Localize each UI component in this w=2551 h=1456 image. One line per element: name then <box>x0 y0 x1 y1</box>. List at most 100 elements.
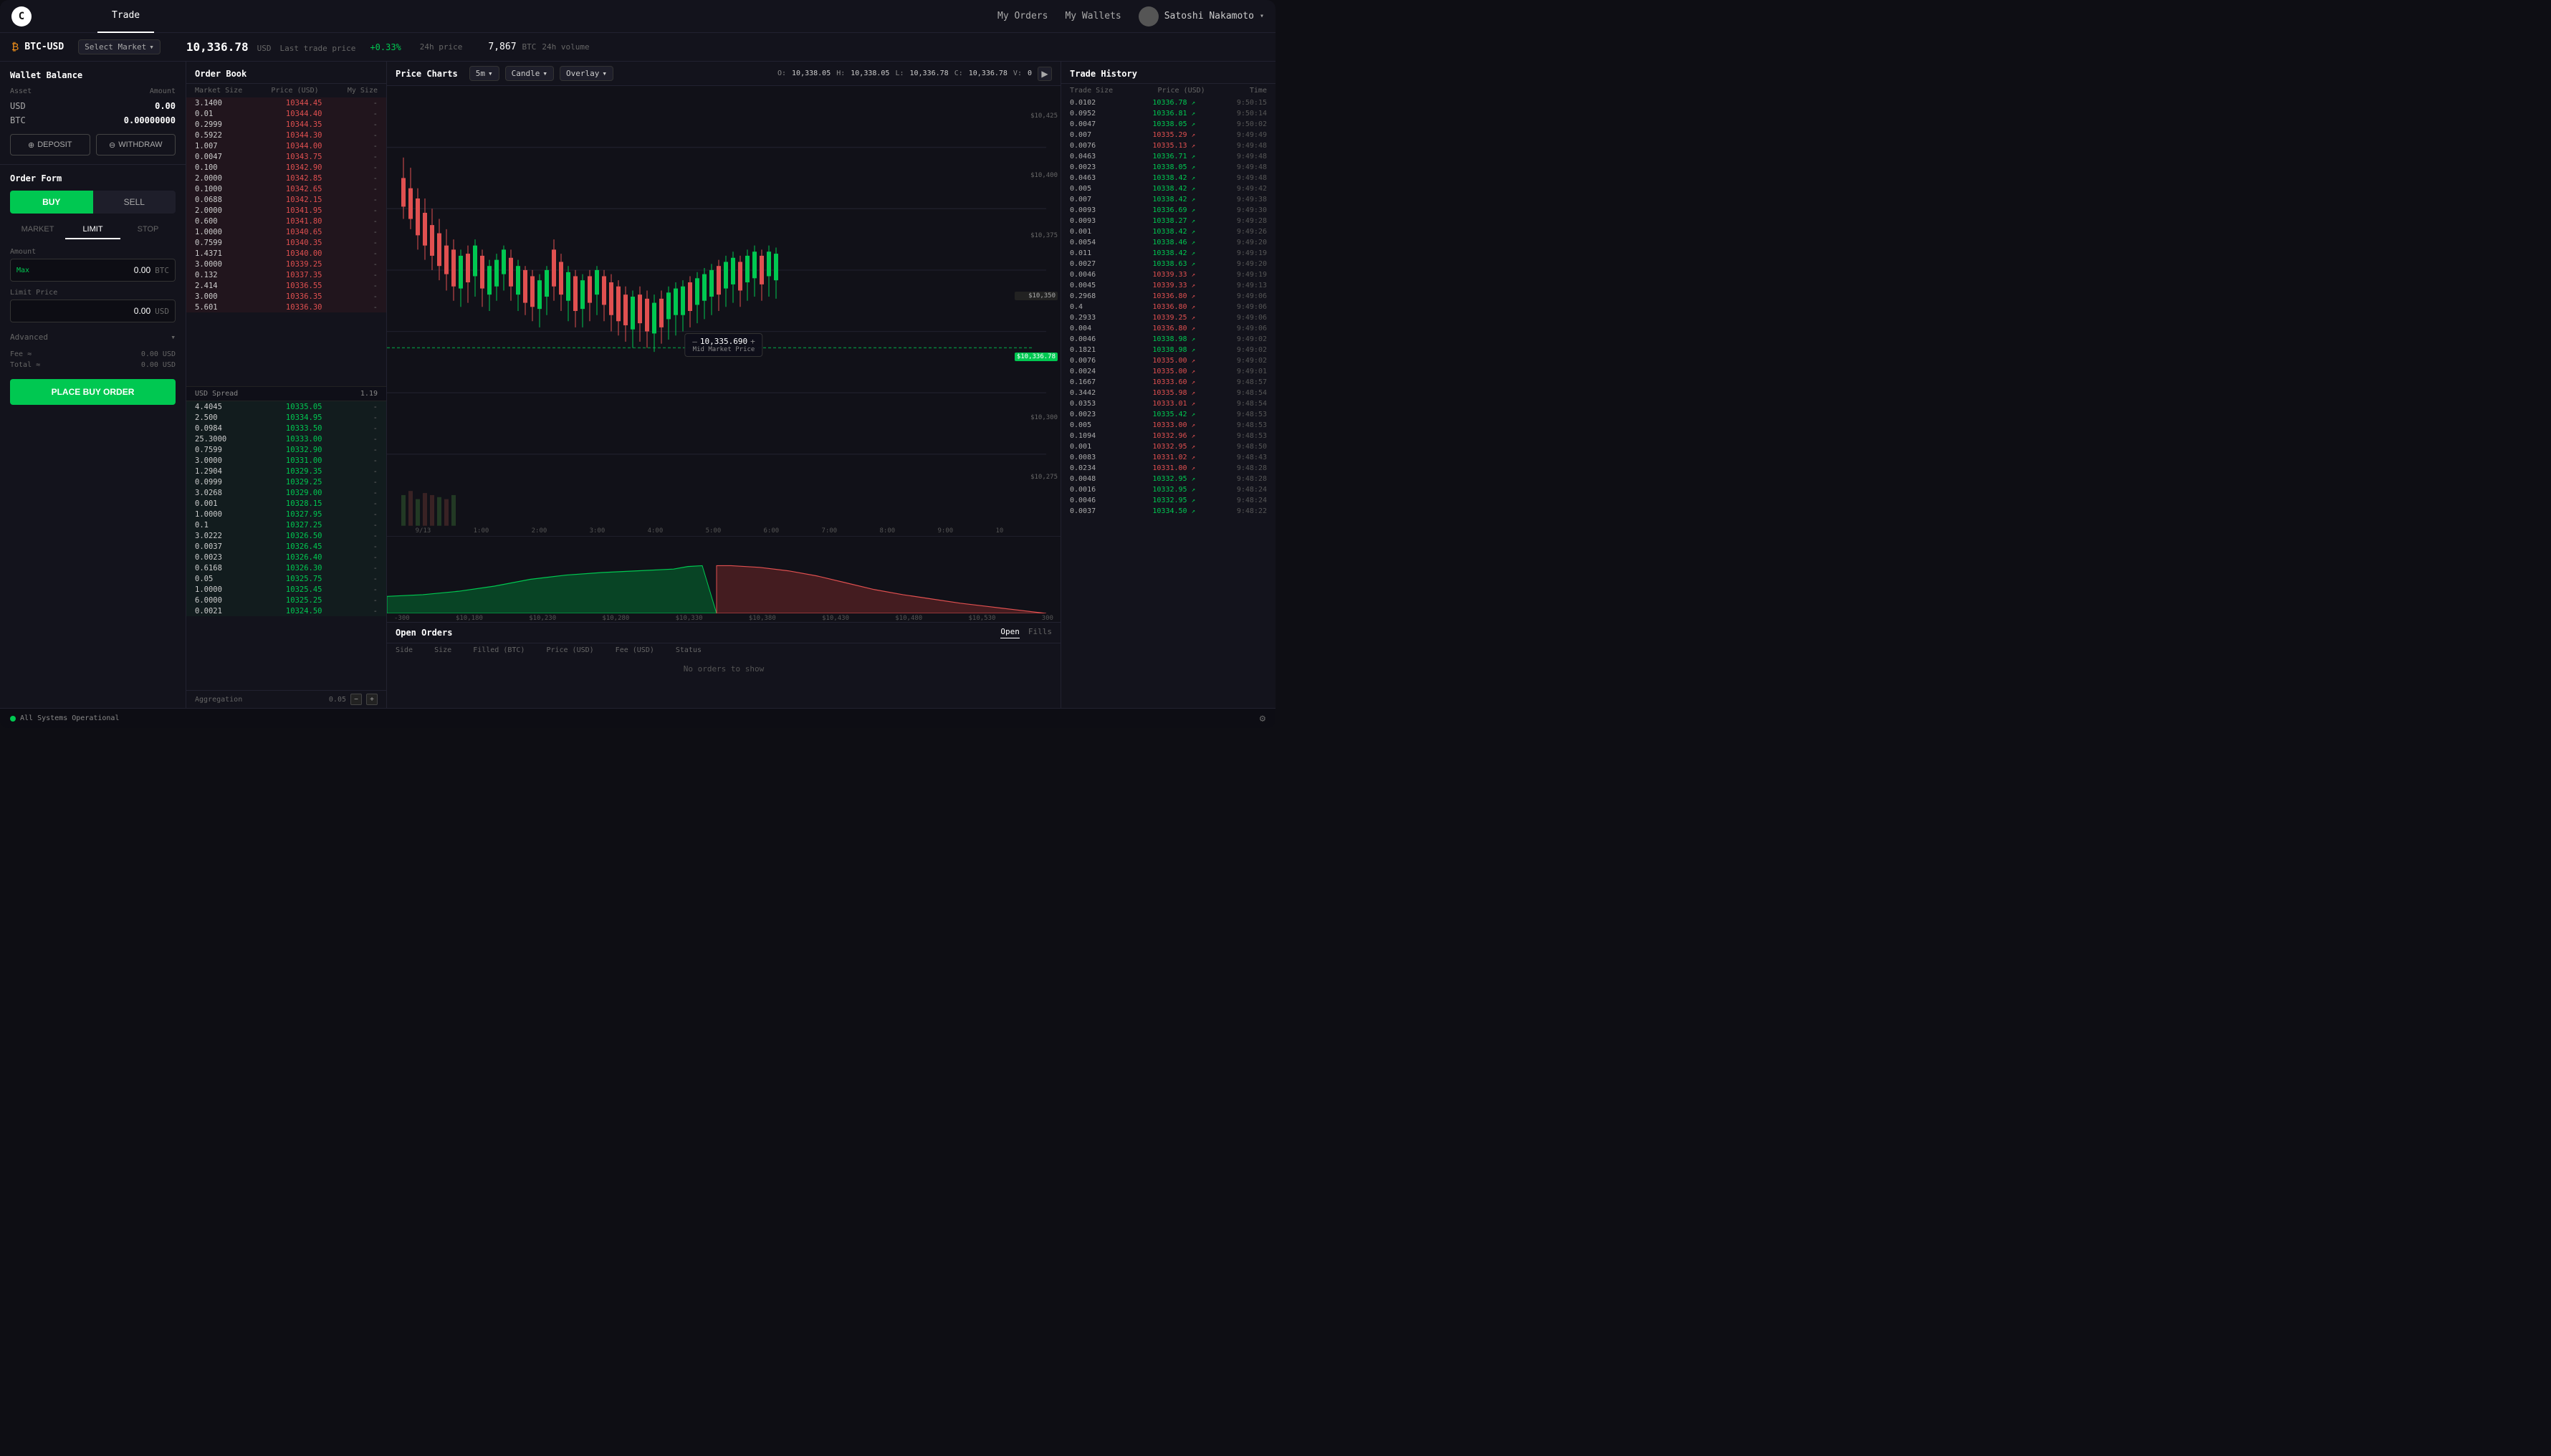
ob-sell-row[interactable]: 1.437110340.00- <box>186 248 386 259</box>
ob-buy-row[interactable]: 0.110327.25- <box>186 519 386 530</box>
withdraw-button[interactable]: ⊖ WITHDRAW <box>96 134 176 155</box>
ob-buy-row[interactable]: 0.00110328.15- <box>186 498 386 509</box>
ob-sell-row[interactable]: 2.000010341.95- <box>186 205 386 216</box>
ob-my-size: - <box>356 131 378 140</box>
chart-type-dropdown[interactable]: Candle ▾ <box>505 66 554 81</box>
ob-sell-row[interactable]: 0.100010342.65- <box>186 183 386 194</box>
th-price: 10332.95 ↗ <box>1138 497 1195 504</box>
ob-buy-row[interactable]: 0.759910332.90- <box>186 444 386 455</box>
nav-tab-trade[interactable]: Trade <box>97 0 154 33</box>
timeframe-dropdown[interactable]: 5m ▾ <box>469 66 499 81</box>
v-label: V: <box>1013 70 1022 77</box>
amount-input[interactable] <box>29 265 150 275</box>
ob-my-size: - <box>356 120 378 129</box>
ob-sell-row[interactable]: 0.299910344.35- <box>186 119 386 130</box>
ob-buy-row[interactable]: 1.000010325.45- <box>186 584 386 595</box>
ob-buy-row[interactable]: 2.50010334.95- <box>186 412 386 423</box>
trade-history-rows: 0.010210336.78 ↗9:50:150.095210336.81 ↗9… <box>1061 97 1276 708</box>
ob-buy-row[interactable]: 0.0510325.75- <box>186 573 386 584</box>
th-size: 0.2968 <box>1070 292 1106 300</box>
ob-buy-row[interactable]: 0.098410333.50- <box>186 423 386 434</box>
ob-buy-row[interactable]: 0.003710326.45- <box>186 541 386 552</box>
th-time: 9:50:02 <box>1227 120 1267 128</box>
agg-increase-button[interactable]: + <box>366 694 378 705</box>
ob-my-size: - <box>356 403 378 411</box>
charts-title: Price Charts <box>396 69 458 79</box>
ob-buy-row[interactable]: 25.300010333.00- <box>186 434 386 444</box>
limit-order-tab[interactable]: LIMIT <box>65 221 120 239</box>
oo-tab-fills[interactable]: Fills <box>1028 627 1052 638</box>
th-size: 0.0463 <box>1070 153 1106 161</box>
ob-sell-row[interactable]: 0.10010342.90- <box>186 162 386 173</box>
chart-forward-button[interactable]: ▶ <box>1038 67 1052 81</box>
v-val: 0 <box>1028 70 1032 77</box>
th-time: 9:49:48 <box>1227 174 1267 182</box>
settings-icon[interactable]: ⚙ <box>1260 713 1265 724</box>
price-change-24h: +0.33% <box>370 42 401 52</box>
th-price: 10335.00 ↗ <box>1138 357 1195 365</box>
ob-buy-row[interactable]: 3.026810329.00- <box>186 487 386 498</box>
ob-price: 10342.15 <box>272 196 322 204</box>
ob-sell-row[interactable]: 0.0110344.40- <box>186 108 386 119</box>
ob-sell-row[interactable]: 2.000010342.85- <box>186 173 386 183</box>
ob-price: 10328.15 <box>272 499 322 508</box>
th-time: 9:49:19 <box>1227 249 1267 257</box>
ob-sell-row[interactable]: 3.000010339.25- <box>186 259 386 269</box>
th-price: 10338.05 ↗ <box>1138 163 1195 171</box>
buy-tab[interactable]: BUY <box>10 191 93 214</box>
ob-buy-row[interactable]: 6.000010325.25- <box>186 595 386 605</box>
advanced-toggle[interactable]: Advanced ▾ <box>10 330 176 345</box>
ob-sell-row[interactable]: 0.592210344.30- <box>186 130 386 140</box>
ob-sell-row[interactable]: 2.41410336.55- <box>186 280 386 291</box>
ob-sell-row[interactable]: 0.004710343.75- <box>186 151 386 162</box>
ob-sell-row[interactable]: 0.759910340.35- <box>186 237 386 248</box>
ob-buy-row[interactable]: 3.022210326.50- <box>186 530 386 541</box>
ob-buy-row[interactable]: 0.002110324.50- <box>186 605 386 616</box>
th-price: 10336.78 ↗ <box>1138 99 1195 107</box>
place-order-button[interactable]: PLACE BUY ORDER <box>10 379 176 405</box>
select-market-button[interactable]: Select Market ▾ <box>78 39 161 54</box>
ob-size: 1.0000 <box>195 510 238 519</box>
nav-my-orders[interactable]: My Orders <box>997 11 1048 21</box>
ob-buy-row[interactable]: 4.404510335.05- <box>186 401 386 412</box>
ob-sell-row[interactable]: 1.000010340.65- <box>186 226 386 237</box>
ob-sell-row[interactable]: 1.00710344.00- <box>186 140 386 151</box>
ob-sell-row[interactable]: 3.140010344.45- <box>186 97 386 108</box>
ob-sell-row[interactable]: 0.068810342.15- <box>186 194 386 205</box>
ob-sell-row[interactable]: 0.13210337.35- <box>186 269 386 280</box>
ob-buy-row[interactable]: 0.099910329.25- <box>186 476 386 487</box>
th-time: 9:49:02 <box>1227 346 1267 354</box>
th-price: 10335.98 ↗ <box>1138 389 1195 397</box>
th-size: 0.001 <box>1070 443 1106 451</box>
ob-sell-row[interactable]: 0.60010341.80- <box>186 216 386 226</box>
th-time: 9:49:06 <box>1227 303 1267 311</box>
agg-decrease-button[interactable]: − <box>350 694 362 705</box>
ob-size: 3.0000 <box>195 260 238 269</box>
overlay-dropdown[interactable]: Overlay ▾ <box>560 66 613 81</box>
trade-history-row: 0.004510339.33 ↗9:49:13 <box>1061 280 1276 291</box>
nav-my-wallets[interactable]: My Wallets <box>1065 11 1121 21</box>
sell-tab[interactable]: SELL <box>93 191 176 214</box>
user-area[interactable]: Satoshi Nakamoto ▾ <box>1139 6 1264 27</box>
th-size: 0.3442 <box>1070 389 1106 397</box>
ob-buy-row[interactable]: 1.000010327.95- <box>186 509 386 519</box>
trade-history-row: 0.00510333.00 ↗9:48:53 <box>1061 420 1276 431</box>
th-price: 10331.00 ↗ <box>1138 464 1195 472</box>
app-logo[interactable]: C <box>11 6 32 27</box>
trade-history-row: 0.003710334.50 ↗9:48:22 <box>1061 506 1276 517</box>
ob-buy-row[interactable]: 0.002310326.40- <box>186 552 386 562</box>
ob-buy-row[interactable]: 3.000010331.00- <box>186 455 386 466</box>
ob-buy-row[interactable]: 1.290410329.35- <box>186 466 386 476</box>
oo-col-side: Side <box>396 646 413 654</box>
ob-sell-row[interactable]: 5.60110336.30- <box>186 302 386 312</box>
oo-tab-open[interactable]: Open <box>1000 627 1020 638</box>
limit-price-input[interactable] <box>16 306 150 316</box>
deposit-button[interactable]: ⊕ DEPOSIT <box>10 134 90 155</box>
ob-size: 25.3000 <box>195 435 238 444</box>
max-label[interactable]: Max <box>16 267 29 274</box>
market-order-tab[interactable]: MARKET <box>10 221 65 239</box>
ob-buy-row[interactable]: 0.616810326.30- <box>186 562 386 573</box>
stop-order-tab[interactable]: STOP <box>120 221 176 239</box>
ob-sell-row[interactable]: 3.00010336.35- <box>186 291 386 302</box>
th-price: 10338.46 ↗ <box>1138 239 1195 246</box>
